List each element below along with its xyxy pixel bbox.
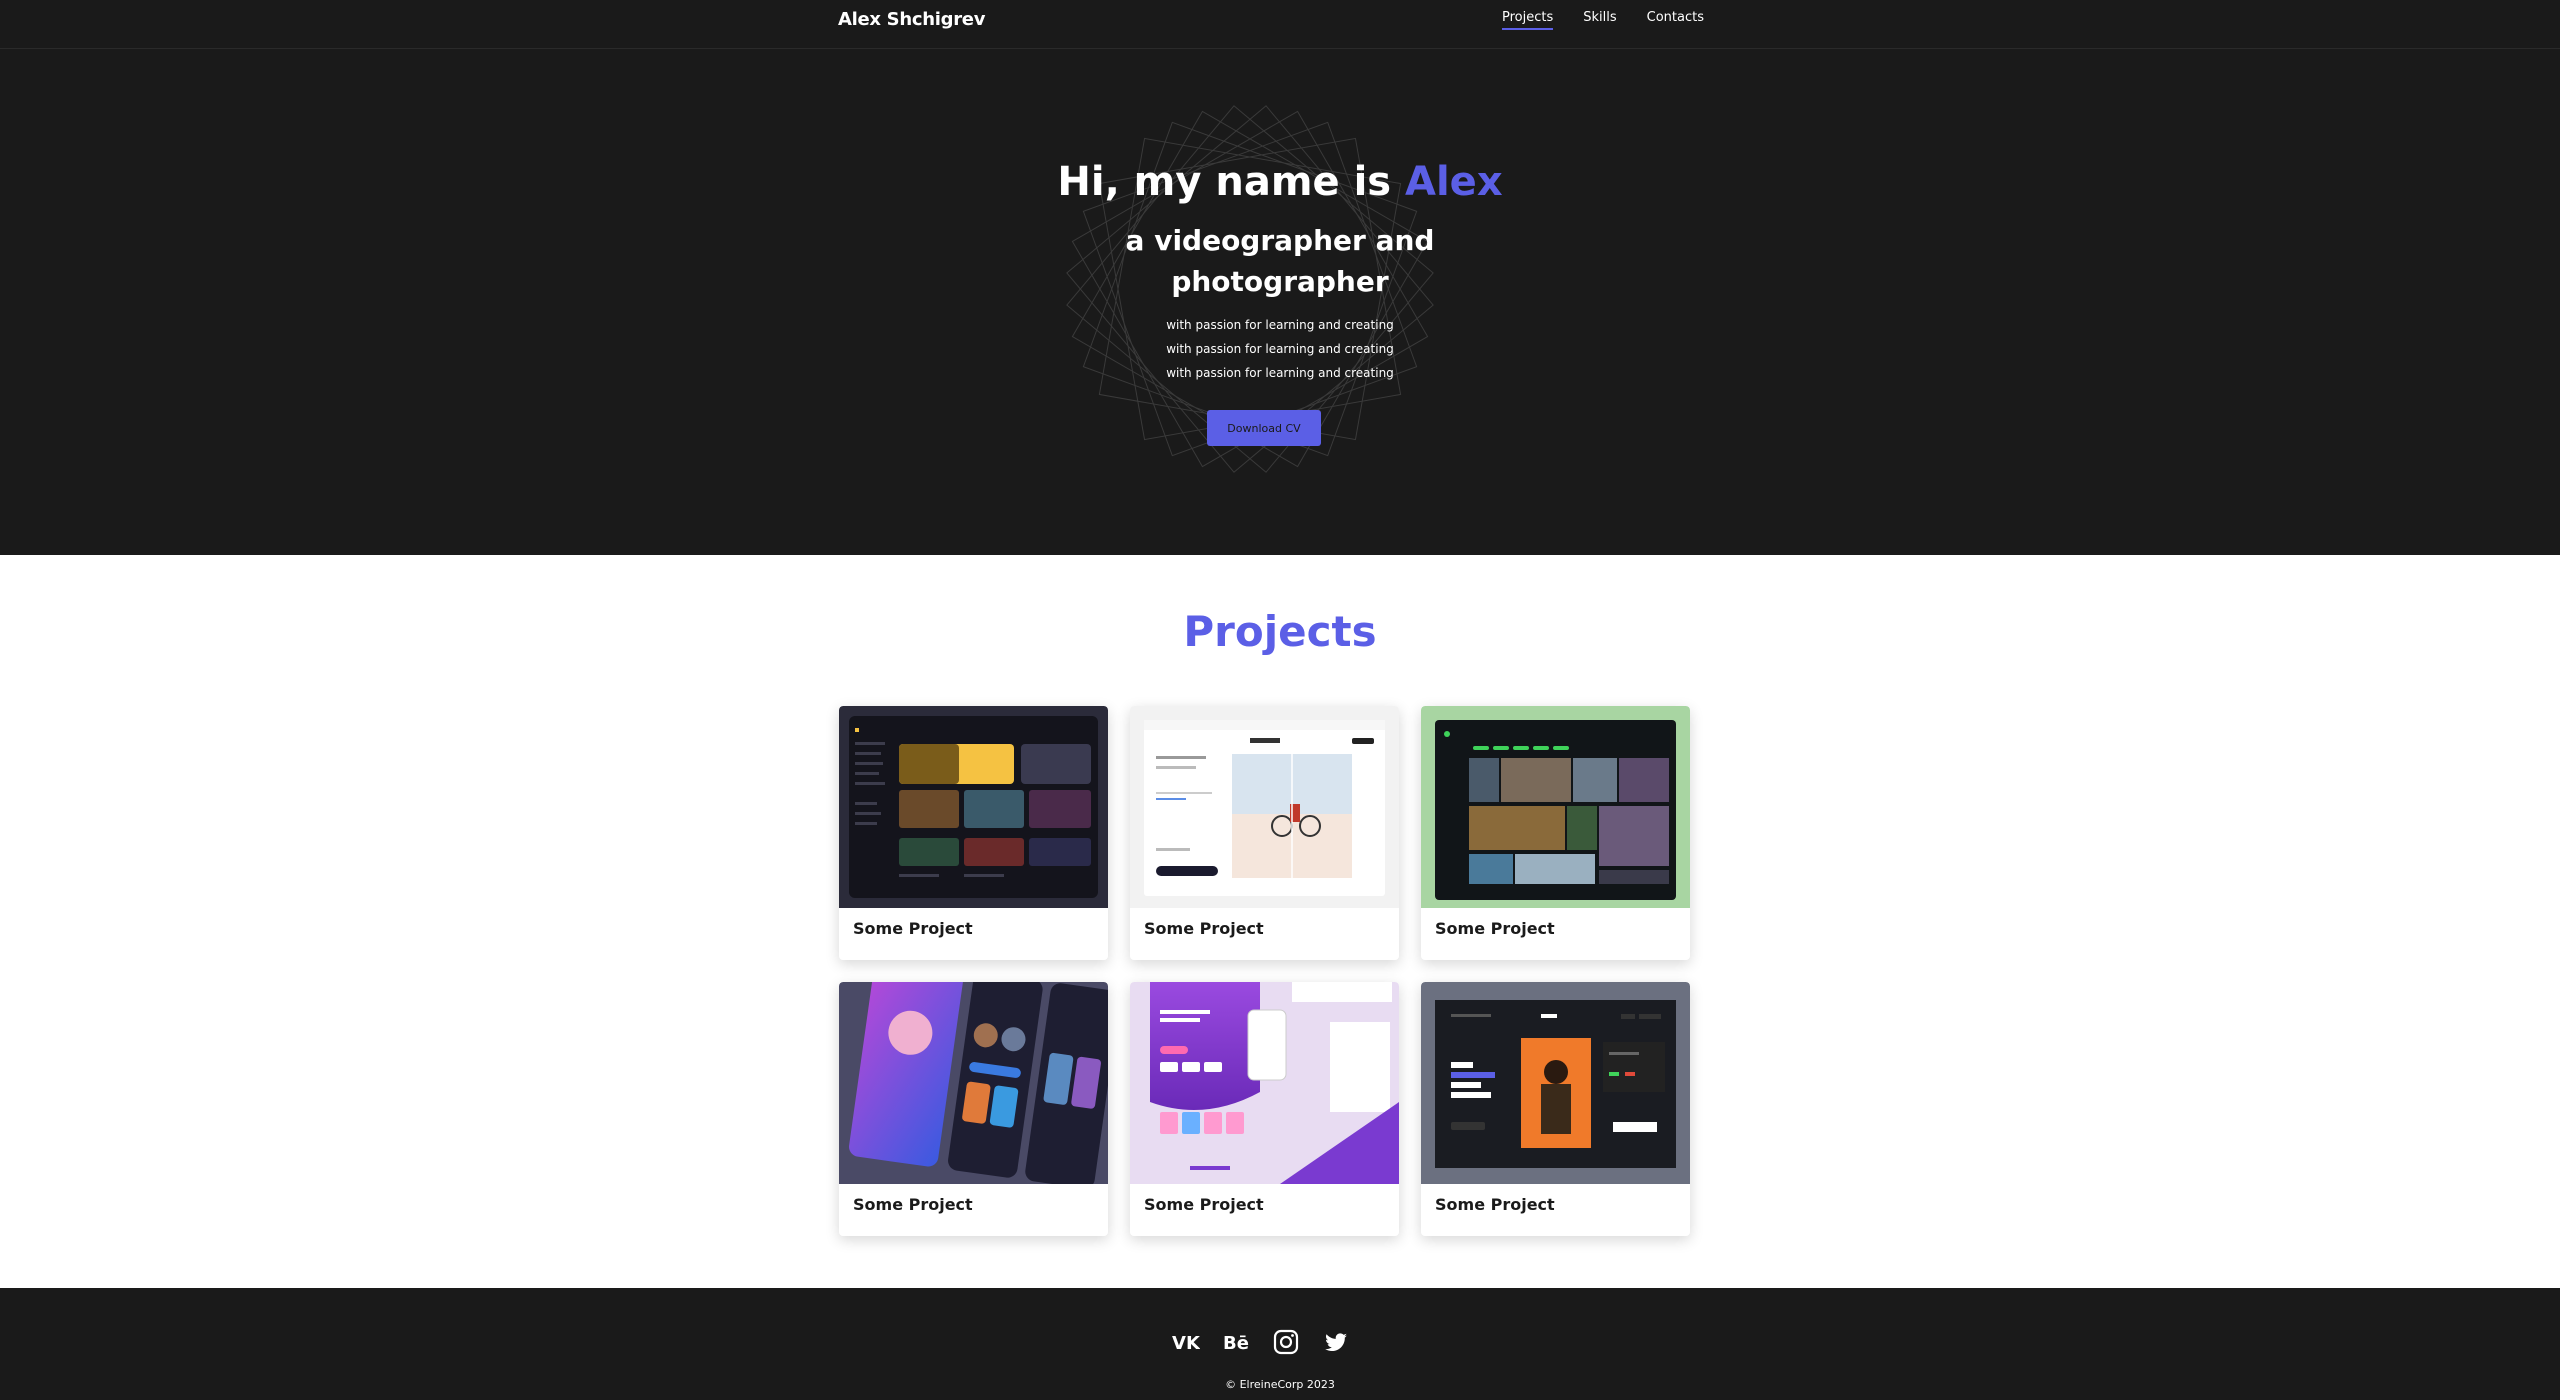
hero-tagline: with passion for learning and creating w… <box>0 313 2560 385</box>
project-card[interactable]: Some Project <box>1130 982 1399 1236</box>
streaming-games-landing-thumbnail <box>1421 982 1690 1184</box>
svg-text:VK: VK <box>1172 1333 1200 1354</box>
vk-icon[interactable]: VK <box>1172 1328 1200 1356</box>
photo-editor-thumbnail <box>1130 706 1399 908</box>
nav-link-skills[interactable]: Skills <box>1583 10 1616 30</box>
hero-section: Hi, my name is Alex a videographer and p… <box>0 49 2560 555</box>
project-card[interactable]: Some Project <box>1421 982 1690 1236</box>
project-title: Some Project <box>1435 1195 1555 1214</box>
purple-landing-page-thumbnail <box>1130 982 1399 1184</box>
site-logo[interactable]: Alex Shchigrev <box>838 9 985 30</box>
svg-text:Bē: Bē <box>1223 1333 1249 1354</box>
copyright-text: © ElreineCorp 2023 <box>1225 1378 1335 1391</box>
social-links: VK Bē <box>1172 1328 1350 1356</box>
hero-title: Hi, my name is Alex <box>0 159 2560 205</box>
project-card[interactable]: Some Project <box>1130 706 1399 960</box>
project-title: Some Project <box>853 1195 973 1214</box>
project-title: Some Project <box>1144 1195 1264 1214</box>
instagram-icon[interactable] <box>1272 1328 1300 1356</box>
hero-subtitle-line-2: photographer <box>1171 265 1389 298</box>
project-card[interactable]: Some Project <box>839 706 1108 960</box>
project-card[interactable]: Some Project <box>839 982 1108 1236</box>
download-cv-button[interactable]: Download CV <box>1207 410 1321 446</box>
site-header: Alex Shchigrev Projects Skills Contacts <box>0 0 2560 49</box>
site-footer: VK Bē © ElreineCorp 2023 <box>0 1288 2560 1400</box>
hero-tagline-line: with passion for learning and creating <box>1166 318 1394 332</box>
hero-tagline-line: with passion for learning and creating <box>1166 342 1394 356</box>
projects-section: Projects Some Project Some Project Some … <box>0 555 2560 1288</box>
video-library-thumbnail <box>1421 706 1690 908</box>
project-title: Some Project <box>1435 919 1555 938</box>
project-title: Some Project <box>1144 919 1264 938</box>
projects-heading: Projects <box>1183 607 1377 656</box>
hero-tagline-line: with passion for learning and creating <box>1166 366 1394 380</box>
nav-link-projects[interactable]: Projects <box>1502 10 1554 30</box>
projects-grid: Some Project Some Project Some Project S… <box>839 706 1690 1236</box>
hero-name: Alex <box>1405 159 1503 205</box>
streaming-mobile-app-thumbnail <box>839 982 1108 1184</box>
behance-icon[interactable]: Bē <box>1222 1328 1250 1356</box>
hero-subtitle: a videographer and photographer <box>0 220 2560 302</box>
hero-greeting: Hi, my name is <box>1057 159 1406 205</box>
nav-link-contacts[interactable]: Contacts <box>1647 10 1704 30</box>
twitter-icon[interactable] <box>1322 1328 1350 1356</box>
gaming-dashboard-thumbnail <box>839 706 1108 908</box>
hero-subtitle-line-1: a videographer and <box>1125 224 1435 257</box>
main-nav: Projects Skills Contacts <box>1502 10 1704 30</box>
project-title: Some Project <box>853 919 973 938</box>
project-card[interactable]: Some Project <box>1421 706 1690 960</box>
